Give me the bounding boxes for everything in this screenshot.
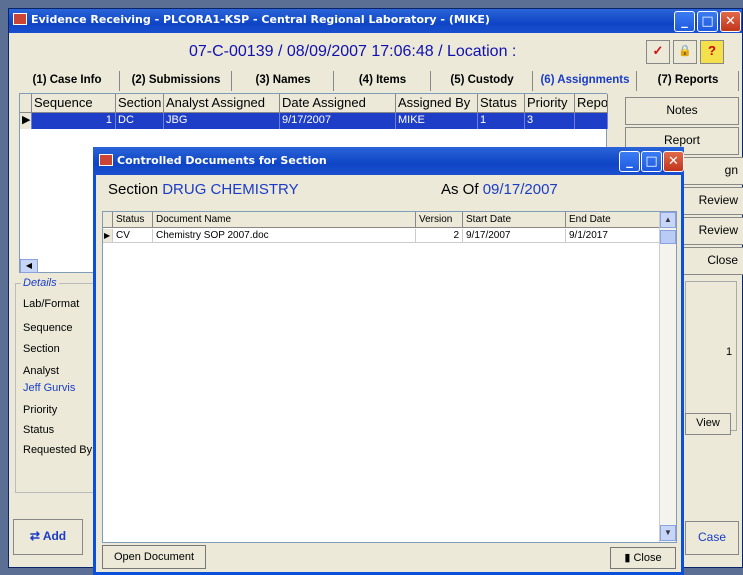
add-icon: ⇄ <box>29 529 43 543</box>
notes-button[interactable]: Notes <box>625 97 739 125</box>
col-version[interactable]: Version <box>416 212 463 228</box>
case-line-text: 07-C-00139 / 08/09/2007 17:06:48 / Locat… <box>189 43 517 60</box>
col-assigned-by[interactable]: Assigned By <box>396 94 478 112</box>
col-status[interactable]: Status <box>478 94 525 112</box>
as-of-label: As Of <box>441 181 479 198</box>
dialog-title: Controlled Documents for Section <box>117 154 327 167</box>
label-status: Status <box>23 424 55 436</box>
col-start-date[interactable]: Start Date <box>463 212 566 228</box>
checkmark-icon[interactable]: ✓ <box>646 40 670 64</box>
label-analyst: Analyst <box>23 365 60 377</box>
cell-assigned-by: MIKE <box>396 113 478 129</box>
cell-sequence: 1 <box>32 113 116 129</box>
close-side-label: Close <box>707 253 738 267</box>
right-cell-value: 1 <box>726 346 733 358</box>
doc-cell-status[interactable]: CV <box>113 229 153 243</box>
col-end-date[interactable]: End Date <box>566 212 670 228</box>
label-section: Section <box>23 343 60 355</box>
dialog-minimize-button[interactable]: _ <box>619 151 640 172</box>
cell-status: 1 <box>478 113 525 129</box>
minimize-button[interactable]: _ <box>674 11 695 32</box>
add-label: Add <box>42 529 67 543</box>
dialog-close-button[interactable]: ▮ Close <box>610 547 676 569</box>
grid-header: Sequence Section Analyst Assigned Date A… <box>20 94 608 113</box>
tab-assignments[interactable]: (6) Assignments <box>534 71 637 91</box>
as-of-value: 09/17/2007 <box>482 181 558 198</box>
col-date-assigned[interactable]: Date Assigned <box>280 94 396 112</box>
dialog-app-icon <box>99 154 113 166</box>
review-label-2: Review <box>698 223 738 237</box>
scroll-left-icon[interactable]: ◀ <box>20 259 38 273</box>
tab-submissions[interactable]: (2) Submissions <box>121 71 232 91</box>
sign-label: gn <box>724 163 738 177</box>
doc-cell-end[interactable]: 9/1/2017 <box>566 229 670 243</box>
main-title-bar[interactable]: Evidence Receiving - PLCORA1-KSP - Centr… <box>9 9 742 33</box>
view-label: View <box>696 417 720 429</box>
doc-row-pointer-icon: ▶ <box>103 229 113 243</box>
col-repo[interactable]: Repo <box>575 94 608 112</box>
maximize-button[interactable]: □ <box>697 11 718 32</box>
doc-cell-start[interactable]: 9/17/2007 <box>463 229 566 243</box>
right-panel: 1 <box>685 281 737 431</box>
view-button[interactable]: View <box>685 413 731 435</box>
col-doc-status[interactable]: Status <box>113 212 153 228</box>
open-document-button[interactable]: Open Document <box>102 545 206 569</box>
col-document-name[interactable]: Document Name <box>153 212 416 228</box>
tab-custody[interactable]: (5) Custody <box>432 71 533 91</box>
scroll-thumb[interactable] <box>660 230 676 244</box>
app-icon <box>13 13 27 25</box>
cell-repo <box>575 113 608 129</box>
tab-case-info[interactable]: (1) Case Info <box>15 71 120 91</box>
dialog-section-row: Section DRUG CHEMISTRY <box>108 181 299 198</box>
as-of-row: As Of 09/17/2007 <box>441 181 558 198</box>
notes-label: Notes <box>666 103 698 117</box>
case-header: 07-C-00139 / 08/09/2007 17:06:48 / Locat… <box>9 37 742 67</box>
section-value: DRUG CHEMISTRY <box>162 181 299 198</box>
case-label: Case <box>697 530 726 544</box>
row-pointer-icon: ▶ <box>20 113 32 129</box>
main-window-title: Evidence Receiving - PLCORA1-KSP - Centr… <box>31 13 490 26</box>
tab-items[interactable]: (4) Items <box>335 71 431 91</box>
close-window-button[interactable]: ✕ <box>720 11 741 32</box>
doc-row-selector-header <box>103 212 113 228</box>
label-priority: Priority <box>23 404 58 416</box>
col-sequence[interactable]: Sequence <box>32 94 116 112</box>
documents-grid[interactable]: Status Document Name Version Start Date … <box>102 211 677 543</box>
label-lab-format: Lab/Format <box>23 298 80 310</box>
scroll-down-icon[interactable]: ▼ <box>660 525 676 541</box>
lock-icon[interactable]: 🔒 <box>673 40 697 64</box>
doc-cell-name[interactable]: Chemistry SOP 2007.doc <box>153 229 416 243</box>
tab-strip: (1) Case Info (2) Submissions (3) Names … <box>9 69 742 91</box>
label-sequence: Sequence <box>23 322 73 334</box>
label-requested-by: Requested By <box>23 444 93 456</box>
add-button[interactable]: ⇄ Add <box>13 519 83 555</box>
doc-cell-version[interactable]: 2 <box>416 229 463 243</box>
cell-priority: 3 <box>525 113 575 129</box>
col-analyst-assigned[interactable]: Analyst Assigned <box>164 94 280 112</box>
cell-analyst: JBG <box>164 113 280 129</box>
row-selector-header <box>20 94 32 112</box>
help-icon[interactable]: ? <box>700 40 724 64</box>
tab-names[interactable]: (3) Names <box>233 71 334 91</box>
tab-reports[interactable]: (7) Reports <box>638 71 739 91</box>
dialog-title-bar[interactable]: Controlled Documents for Section _ □ ✕ <box>93 147 684 175</box>
section-label: Section <box>108 181 159 198</box>
cell-date: 9/17/2007 <box>280 113 396 129</box>
dialog-maximize-button[interactable]: □ <box>641 151 662 172</box>
review-label-1: Review <box>698 193 738 207</box>
analyst-value: Jeff Gurvis <box>23 382 76 394</box>
scroll-up-icon[interactable]: ▲ <box>660 212 676 228</box>
case-button[interactable]: Case <box>685 521 739 555</box>
cell-section: DC <box>116 113 164 129</box>
dialog-close-x-button[interactable]: ✕ <box>663 151 684 172</box>
dialog-close-label: Close <box>633 552 662 564</box>
open-document-label: Open Document <box>113 551 195 563</box>
details-legend: Details <box>21 277 59 289</box>
vertical-scrollbar[interactable]: ▲ ▼ <box>659 212 676 542</box>
controlled-documents-dialog: Controlled Documents for Section _ □ ✕ S… <box>93 147 684 575</box>
col-section[interactable]: Section <box>116 94 164 112</box>
report-label: Report <box>663 133 701 147</box>
col-priority[interactable]: Priority <box>525 94 575 112</box>
table-row[interactable]: ▶ 1 DC JBG 9/17/2007 MIKE 1 3 <box>20 113 608 129</box>
